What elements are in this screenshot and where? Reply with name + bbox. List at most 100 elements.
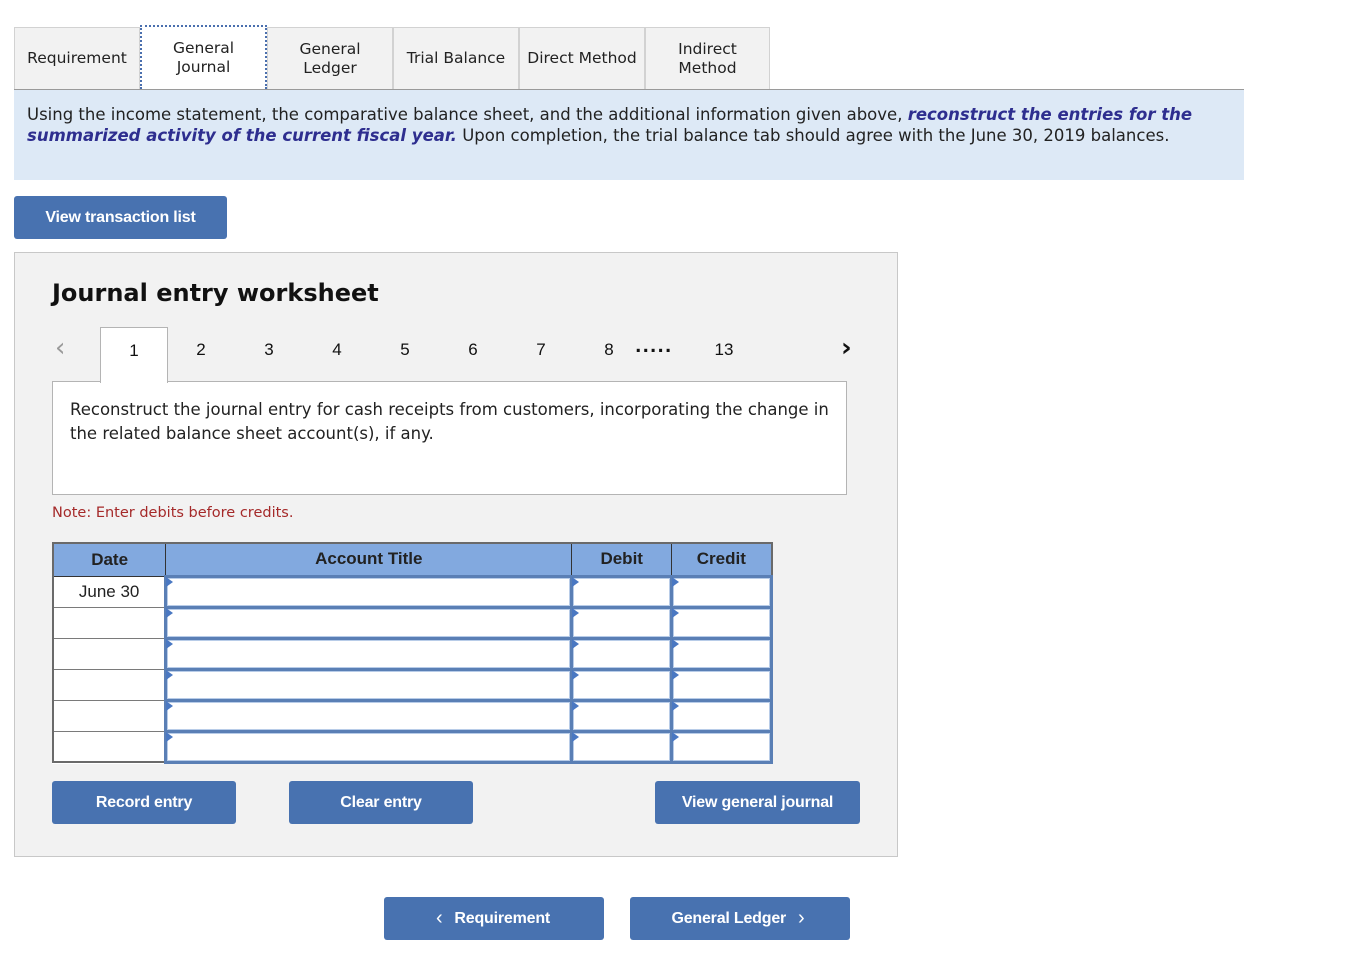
page-tab-6[interactable]: 6 bbox=[439, 327, 507, 383]
page-tab-8[interactable]: 8 bbox=[575, 327, 643, 383]
account-title-input[interactable] bbox=[167, 639, 571, 668]
prev-requirement-button[interactable]: ‹ Requirement bbox=[384, 897, 604, 940]
page-number: 3 bbox=[264, 340, 274, 359]
next-label: General Ledger bbox=[671, 909, 787, 927]
page-number: 6 bbox=[468, 340, 478, 359]
worksheet-title: Journal entry worksheet bbox=[52, 279, 379, 307]
debit-input[interactable] bbox=[573, 639, 671, 668]
chevron-right-icon[interactable]: › bbox=[841, 333, 852, 363]
note-text: Note: Enter debits before credits. bbox=[52, 505, 294, 521]
page-tab-3[interactable]: 3 bbox=[235, 327, 303, 383]
credit-input[interactable] bbox=[673, 577, 770, 606]
credit-input[interactable] bbox=[673, 732, 770, 761]
account-title-input[interactable] bbox=[167, 732, 571, 761]
account-title-input[interactable] bbox=[167, 608, 571, 637]
tab-general-journal[interactable]: General Journal bbox=[140, 25, 267, 89]
tab-general-ledger[interactable]: General Ledger bbox=[267, 27, 393, 89]
journal-entry-worksheet: Journal entry worksheet ‹ 1 2 3 4 5 6 7 … bbox=[14, 252, 898, 857]
page-number: 5 bbox=[400, 340, 410, 359]
tab-label: Indirect Method bbox=[678, 39, 737, 77]
table-header-row: Date Account Title Debit Credit bbox=[53, 543, 772, 577]
account-title-input[interactable] bbox=[167, 701, 571, 730]
header-date: Date bbox=[53, 543, 167, 577]
instructions-text: Using the income statement, the comparat… bbox=[27, 105, 908, 124]
debit-input[interactable] bbox=[573, 577, 671, 606]
date-cell bbox=[52, 606, 167, 639]
instructions-text-end: Upon completion, the trial balance tab s… bbox=[456, 126, 1170, 145]
record-entry-button[interactable]: Record entry bbox=[52, 781, 236, 824]
page-tab-1[interactable]: 1 bbox=[100, 327, 168, 383]
dropdown-flag-icon bbox=[572, 638, 580, 649]
debit-input-cell bbox=[570, 574, 674, 609]
account-title-input[interactable] bbox=[167, 670, 571, 699]
debit-input-cell bbox=[570, 667, 674, 702]
tab-bar: Requirement General Journal General Ledg… bbox=[14, 25, 1244, 90]
table-row: June 30 bbox=[52, 574, 773, 609]
page-number: 2 bbox=[196, 340, 206, 359]
dropdown-flag-icon bbox=[672, 731, 680, 742]
dropdown-flag-icon bbox=[166, 669, 174, 680]
chevron-left-icon[interactable]: ‹ bbox=[55, 333, 65, 363]
chevron-right-icon: › bbox=[798, 907, 805, 929]
clear-entry-button[interactable]: Clear entry bbox=[289, 781, 473, 824]
debit-input-cell bbox=[570, 698, 674, 733]
dropdown-flag-icon bbox=[672, 607, 680, 618]
page-number: 1 bbox=[129, 341, 139, 360]
dropdown-flag-icon bbox=[166, 731, 174, 742]
credit-input-cell bbox=[670, 636, 773, 671]
credit-input[interactable] bbox=[673, 639, 770, 668]
page-tab-4[interactable]: 4 bbox=[303, 327, 371, 383]
debit-input[interactable] bbox=[573, 732, 671, 761]
account-title-input-cell bbox=[164, 605, 574, 640]
page-tab-5[interactable]: 5 bbox=[371, 327, 439, 383]
dropdown-flag-icon bbox=[572, 700, 580, 711]
account-title-input-cell bbox=[164, 667, 574, 702]
account-title-input-cell bbox=[164, 636, 574, 671]
tab-requirement[interactable]: Requirement bbox=[14, 27, 140, 89]
page-number: 8 bbox=[604, 340, 614, 359]
debit-input[interactable] bbox=[573, 608, 671, 637]
dropdown-flag-icon bbox=[166, 576, 174, 587]
account-title-input-cell bbox=[164, 729, 574, 764]
page-number: 4 bbox=[332, 340, 342, 359]
dropdown-flag-icon bbox=[672, 669, 680, 680]
instructions-box: Using the income statement, the comparat… bbox=[14, 90, 1244, 180]
dropdown-flag-icon bbox=[672, 700, 680, 711]
next-general-ledger-button[interactable]: General Ledger › bbox=[630, 897, 850, 940]
dropdown-flag-icon bbox=[572, 576, 580, 587]
dropdown-flag-icon bbox=[572, 607, 580, 618]
account-title-input[interactable] bbox=[167, 577, 571, 606]
chevron-left-icon: ‹ bbox=[435, 907, 443, 929]
tab-label: Trial Balance bbox=[406, 49, 506, 67]
table-row bbox=[52, 605, 773, 640]
date-cell bbox=[52, 637, 167, 670]
view-transaction-list-button[interactable]: View transaction list bbox=[14, 196, 227, 239]
tab-label: Requirement bbox=[27, 49, 127, 67]
header-account-title: Account Title bbox=[165, 543, 573, 577]
page-tab-2[interactable]: 2 bbox=[167, 327, 235, 383]
prev-label: Requirement bbox=[454, 909, 551, 927]
journal-entry-table: Date Account Title Debit Credit June 30 bbox=[52, 542, 773, 764]
tab-label: General Journal bbox=[172, 39, 235, 76]
credit-input[interactable] bbox=[673, 670, 770, 699]
table-row bbox=[52, 636, 773, 671]
account-title-input-cell bbox=[164, 574, 574, 609]
table-row bbox=[52, 667, 773, 702]
page-tab-13[interactable]: 13 bbox=[690, 327, 758, 383]
dropdown-flag-icon bbox=[672, 638, 680, 649]
dropdown-flag-icon bbox=[572, 669, 580, 680]
page-tab-7[interactable]: 7 bbox=[507, 327, 575, 383]
table-row bbox=[52, 698, 773, 733]
debit-input[interactable] bbox=[573, 701, 671, 730]
debit-input-cell bbox=[570, 729, 674, 764]
credit-input[interactable] bbox=[673, 701, 770, 730]
view-general-journal-button[interactable]: View general journal bbox=[655, 781, 860, 824]
tab-indirect-method[interactable]: Indirect Method bbox=[645, 27, 770, 89]
tab-label: General Ledger bbox=[299, 39, 361, 77]
credit-input[interactable] bbox=[673, 608, 770, 637]
tab-direct-method[interactable]: Direct Method bbox=[519, 27, 645, 89]
tab-trial-balance[interactable]: Trial Balance bbox=[393, 27, 519, 89]
credit-input-cell bbox=[670, 698, 773, 733]
debit-input[interactable] bbox=[573, 670, 671, 699]
dropdown-flag-icon bbox=[672, 576, 680, 587]
